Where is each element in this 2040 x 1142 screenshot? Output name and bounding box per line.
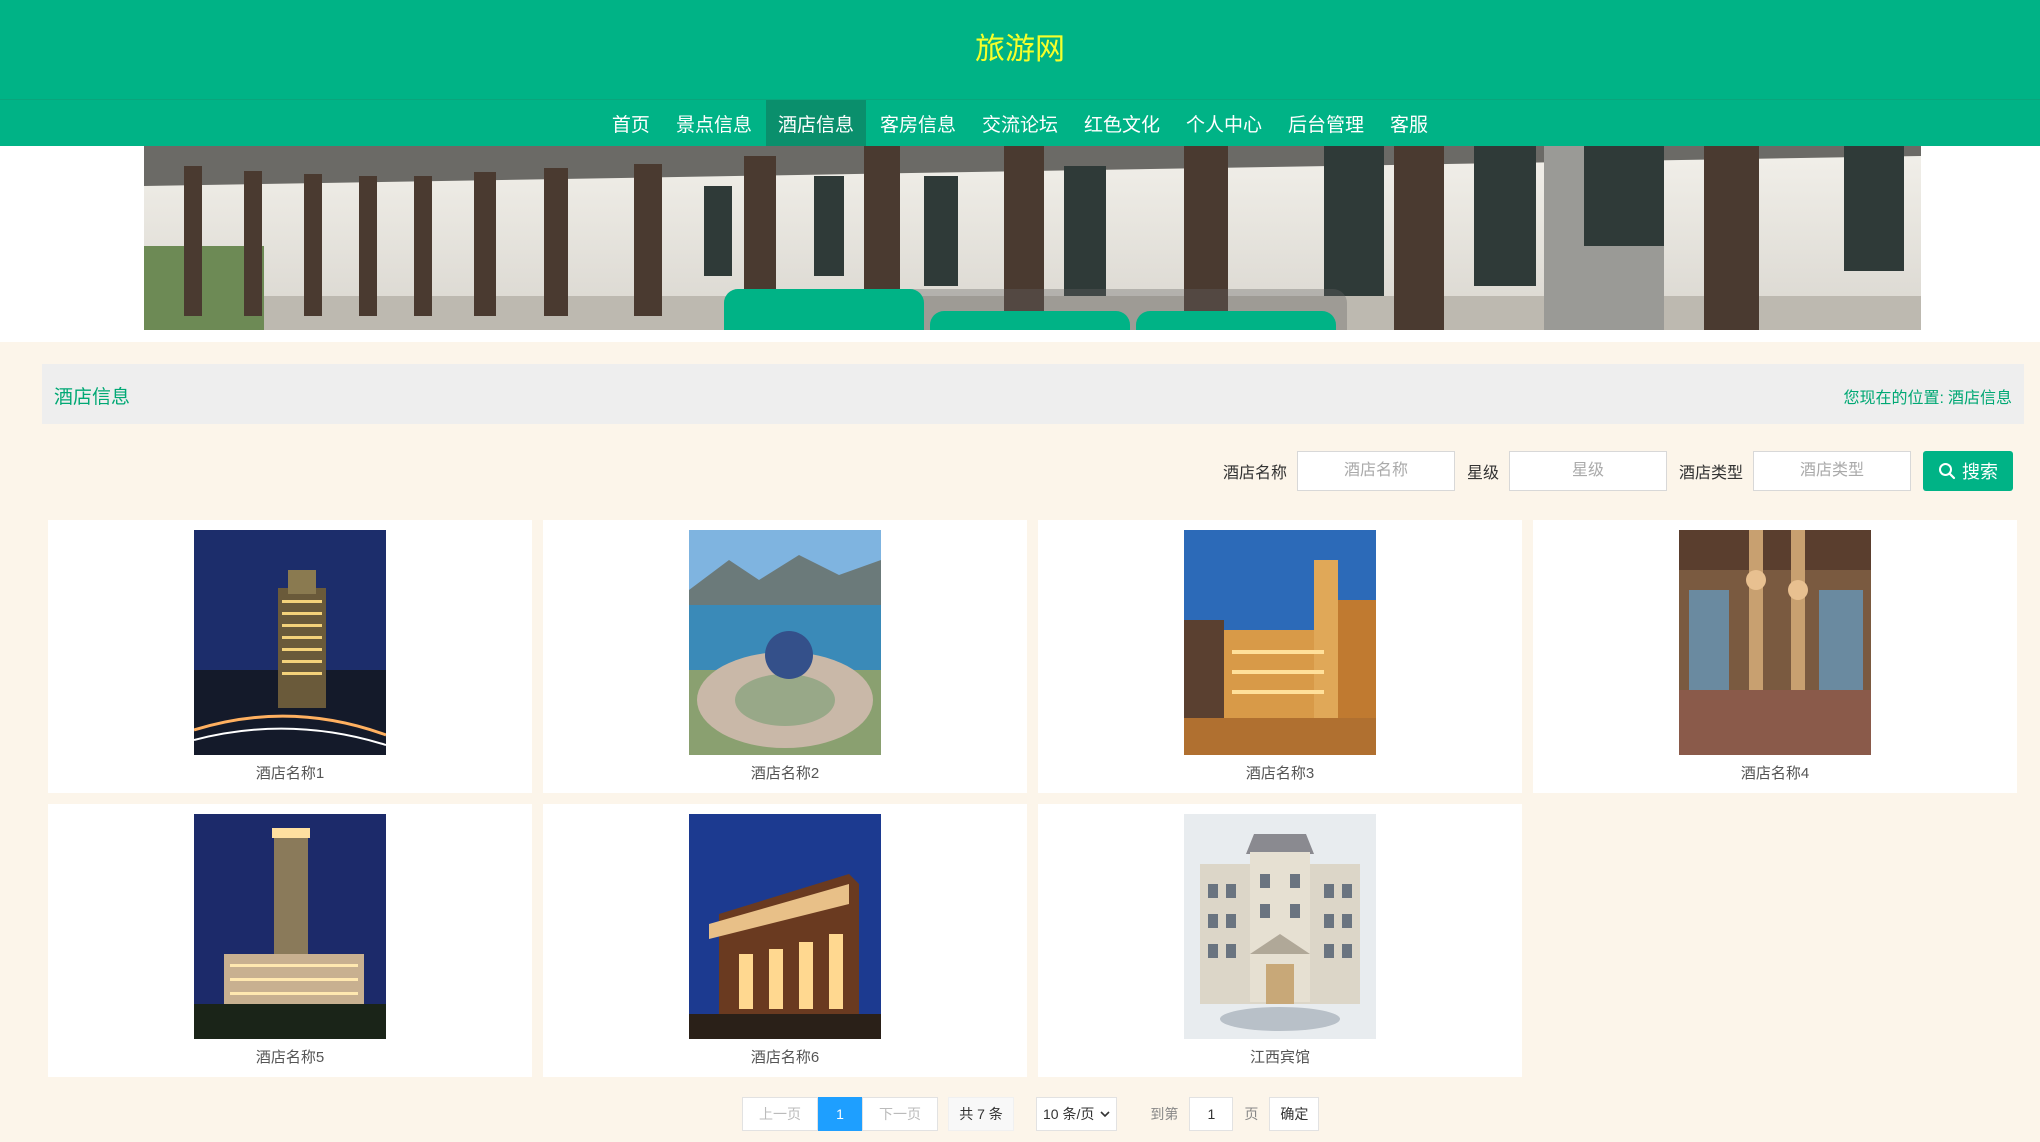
carousel-indicator-1[interactable] bbox=[724, 289, 924, 330]
nav-item-forum[interactable]: 交流论坛 bbox=[970, 100, 1070, 146]
breadcrumb-bar: 酒店信息 您现在的位置: 酒店信息 bbox=[42, 364, 2024, 424]
hotel-name[interactable]: 江西宾馆 bbox=[1038, 1046, 1522, 1067]
carousel-indicator-3[interactable] bbox=[1136, 311, 1336, 330]
nav-item-admin[interactable]: 后台管理 bbox=[1276, 100, 1376, 146]
nav-item-rooms[interactable]: 客房信息 bbox=[868, 100, 968, 146]
breadcrumb-prefix: 您现在的位置: bbox=[1843, 390, 1944, 407]
hotel-card[interactable]: 酒店名称4 bbox=[1533, 520, 2017, 793]
hotel-name[interactable]: 酒店名称3 bbox=[1038, 762, 1522, 783]
hotel-type-label: 酒店类型 bbox=[1678, 465, 1743, 482]
hotel-list: 酒店名称1 酒店名称2 酒店名称3 酒店名称4 酒店名称5 酒店名称6 江西宾馆 bbox=[48, 520, 2018, 1077]
hotel-name[interactable]: 酒店名称4 bbox=[1533, 762, 2017, 783]
hotel-name-input[interactable] bbox=[1296, 451, 1455, 491]
total-count: 共 7 条 bbox=[948, 1097, 1014, 1131]
hotel-image[interactable] bbox=[689, 530, 881, 755]
carousel-indicator-track bbox=[724, 289, 1347, 330]
search-form: 酒店名称 星级 酒店类型 搜索 bbox=[1211, 451, 2013, 491]
nav-item-personal-center[interactable]: 个人中心 bbox=[1174, 100, 1274, 146]
chevron-down-icon bbox=[1100, 1111, 1110, 1118]
hotel-image[interactable] bbox=[194, 530, 386, 755]
star-input[interactable] bbox=[1508, 451, 1667, 491]
hotel-type-input[interactable] bbox=[1753, 451, 1911, 491]
nav-item-attractions[interactable]: 景点信息 bbox=[664, 100, 764, 146]
hotel-name[interactable]: 酒店名称2 bbox=[543, 762, 1027, 783]
page-size-select[interactable]: 10 条/页 bbox=[1036, 1097, 1118, 1131]
banner-carousel[interactable] bbox=[144, 146, 1921, 330]
page-size-value: 10 条/页 bbox=[1043, 1106, 1095, 1122]
pagination: 上一页 1 下一页 共 7 条 10 条/页 到第 页 确定 bbox=[742, 1097, 1320, 1131]
hotel-name[interactable]: 酒店名称1 bbox=[48, 762, 532, 783]
search-button[interactable]: 搜索 bbox=[1923, 451, 2013, 491]
goto-page-input[interactable] bbox=[1189, 1097, 1234, 1131]
hotel-card[interactable]: 酒店名称1 bbox=[48, 520, 532, 793]
goto-prefix: 到第 bbox=[1150, 1106, 1179, 1122]
banner-area bbox=[0, 146, 2040, 342]
breadcrumb-current[interactable]: 酒店信息 bbox=[1948, 384, 2012, 408]
hotel-image[interactable] bbox=[689, 814, 881, 1039]
nav-item-customer-service[interactable]: 客服 bbox=[1378, 100, 1440, 146]
hotel-card[interactable]: 酒店名称6 bbox=[543, 804, 1027, 1077]
hotel-card[interactable]: 酒店名称5 bbox=[48, 804, 532, 1077]
search-icon bbox=[1939, 463, 1956, 480]
page-number-current[interactable]: 1 bbox=[818, 1097, 862, 1131]
hotel-image[interactable] bbox=[1184, 530, 1376, 755]
hotel-card[interactable]: 酒店名称2 bbox=[543, 520, 1027, 793]
site-title[interactable]: 旅游网 bbox=[0, 24, 2040, 68]
header: 旅游网 bbox=[0, 0, 2040, 99]
hotel-image[interactable] bbox=[1184, 814, 1376, 1039]
hotel-card[interactable]: 酒店名称3 bbox=[1038, 520, 1522, 793]
hotel-image[interactable] bbox=[194, 814, 386, 1039]
page-title: 酒店信息 bbox=[54, 387, 131, 408]
prev-page-button[interactable]: 上一页 bbox=[742, 1097, 818, 1131]
star-label: 星级 bbox=[1466, 465, 1499, 482]
goto-suffix: 页 bbox=[1244, 1106, 1259, 1122]
carousel-indicator-2[interactable] bbox=[930, 311, 1130, 330]
goto-confirm-button[interactable]: 确定 bbox=[1269, 1097, 1320, 1131]
breadcrumb: 您现在的位置: 酒店信息 bbox=[1844, 384, 2012, 408]
nav-item-red-culture[interactable]: 红色文化 bbox=[1072, 100, 1172, 146]
hotel-name[interactable]: 酒店名称6 bbox=[543, 1046, 1027, 1067]
hotel-name[interactable]: 酒店名称5 bbox=[48, 1046, 532, 1067]
next-page-button[interactable]: 下一页 bbox=[862, 1097, 938, 1131]
search-button-label: 搜索 bbox=[1962, 462, 1998, 482]
hotel-card[interactable]: 江西宾馆 bbox=[1038, 804, 1522, 1077]
hotel-name-label: 酒店名称 bbox=[1222, 465, 1287, 482]
nav-item-hotels[interactable]: 酒店信息 bbox=[765, 100, 866, 146]
hotel-image[interactable] bbox=[1679, 530, 1871, 755]
nav-item-home[interactable]: 首页 bbox=[600, 100, 662, 146]
main-nav: 首页 景点信息 酒店信息 客房信息 交流论坛 红色文化 个人中心 后台管理 客服 bbox=[0, 99, 2040, 146]
